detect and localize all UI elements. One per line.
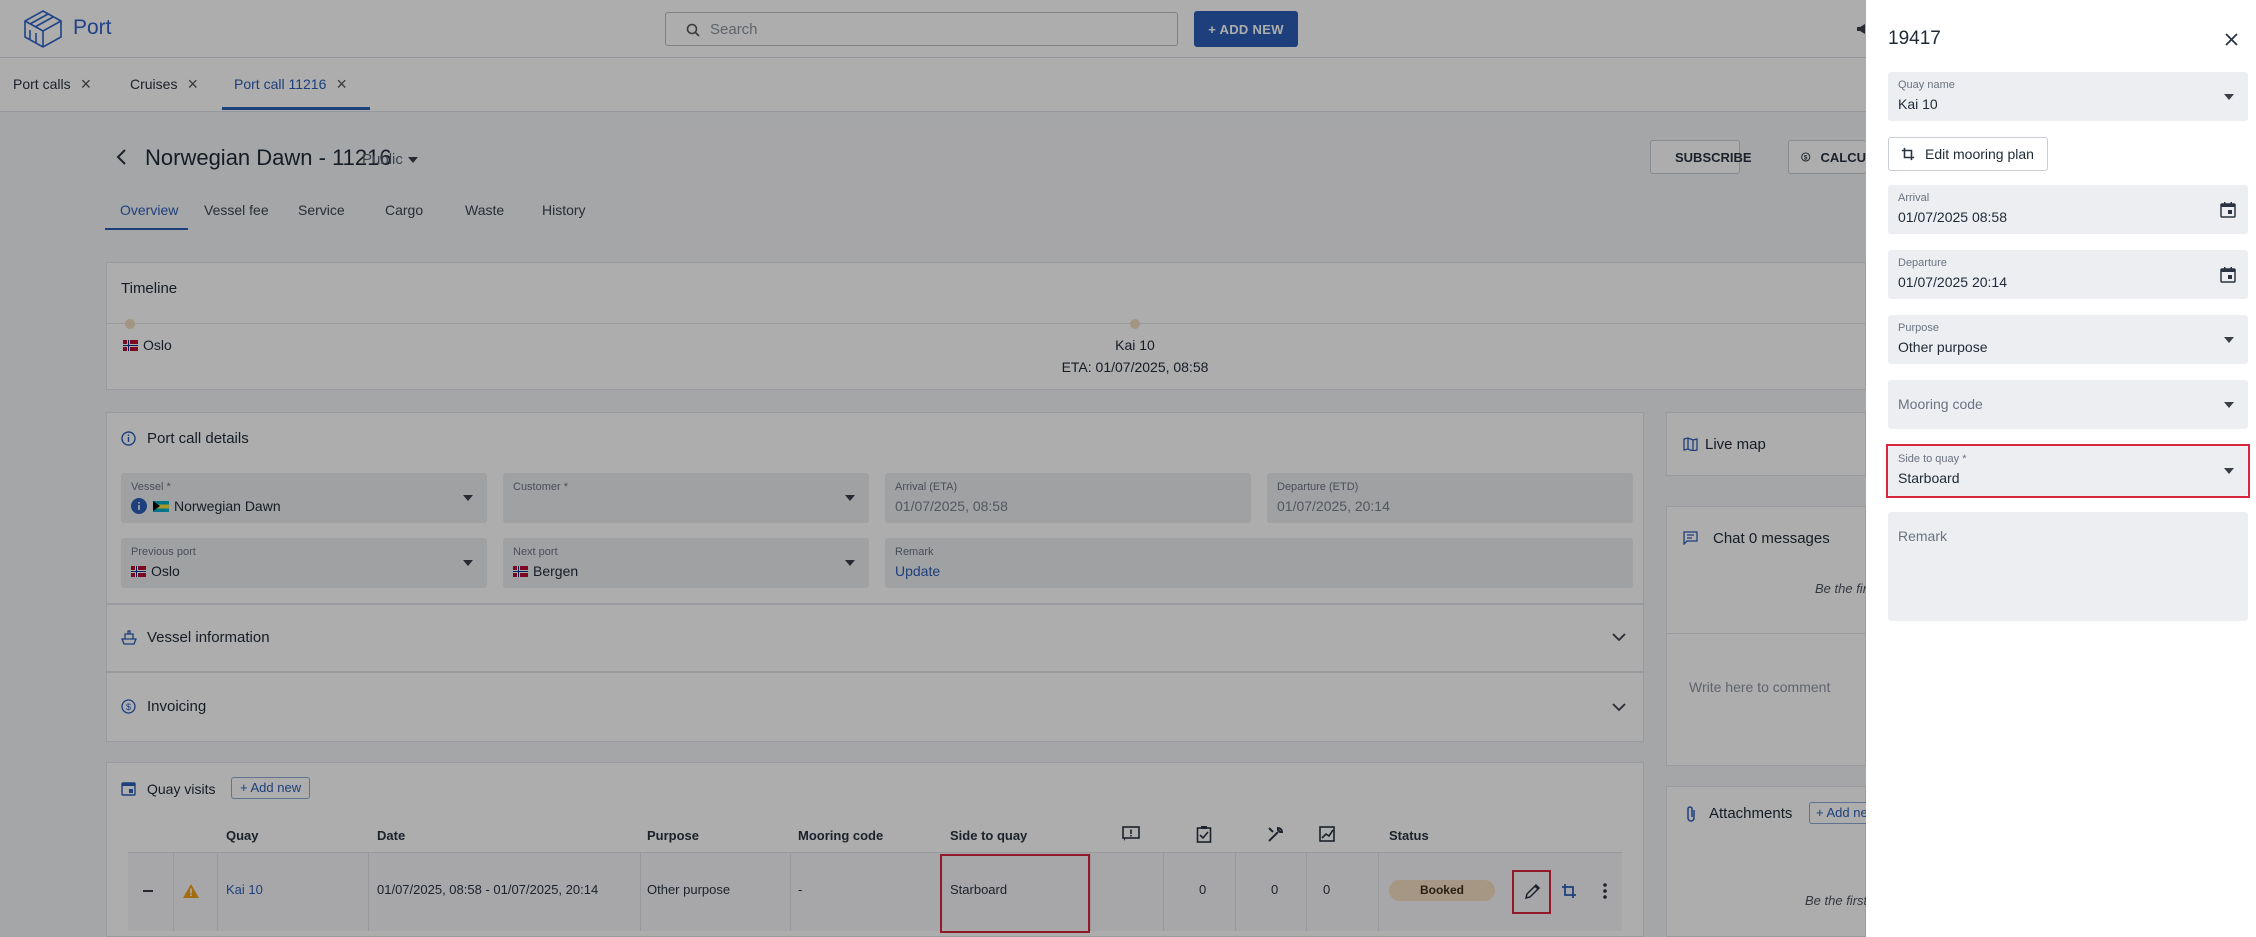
quay-name-value: Kai 10 <box>1898 96 1938 112</box>
calendar-icon[interactable] <box>2220 201 2236 218</box>
crop-icon <box>1901 147 1915 161</box>
calendar-icon[interactable] <box>2220 266 2236 283</box>
close-icon[interactable] <box>2225 33 2238 46</box>
edit-mooring-plan-button[interactable]: Edit mooring plan <box>1888 137 2048 171</box>
chevron-down-icon <box>2224 337 2234 343</box>
departure-label: Departure <box>1898 257 1947 269</box>
remark-placeholder: Remark <box>1898 528 1948 544</box>
modal-backdrop[interactable] <box>0 0 1866 937</box>
edit-quay-visit-panel: 19417 Quay name Kai 10 Edit mooring plan… <box>1866 0 2256 937</box>
mooring-code-select[interactable]: Mooring code <box>1888 380 2248 429</box>
highlight-box <box>1886 444 2250 498</box>
arrival-date-field[interactable]: Arrival 01/07/2025 08:58 <box>1888 185 2248 234</box>
chevron-down-icon <box>2224 94 2234 100</box>
remark-textarea[interactable]: Remark <box>1888 512 2248 621</box>
purpose-label: Purpose <box>1898 322 1939 334</box>
edit-mooring-plan-label: Edit mooring plan <box>1925 146 2034 162</box>
mooring-code-placeholder: Mooring code <box>1898 396 1983 412</box>
departure-value: 01/07/2025 20:14 <box>1898 274 2007 290</box>
quay-name-label: Quay name <box>1898 79 1955 91</box>
arrival-value: 01/07/2025 08:58 <box>1898 209 2007 225</box>
quay-name-select[interactable]: Quay name Kai 10 <box>1888 72 2248 121</box>
purpose-select[interactable]: Purpose Other purpose <box>1888 315 2248 364</box>
panel-title: 19417 <box>1888 28 1941 49</box>
arrival-label: Arrival <box>1898 192 1930 204</box>
purpose-value: Other purpose <box>1898 339 1988 355</box>
chevron-down-icon <box>2224 402 2234 408</box>
departure-date-field[interactable]: Departure 01/07/2025 20:14 <box>1888 250 2248 299</box>
